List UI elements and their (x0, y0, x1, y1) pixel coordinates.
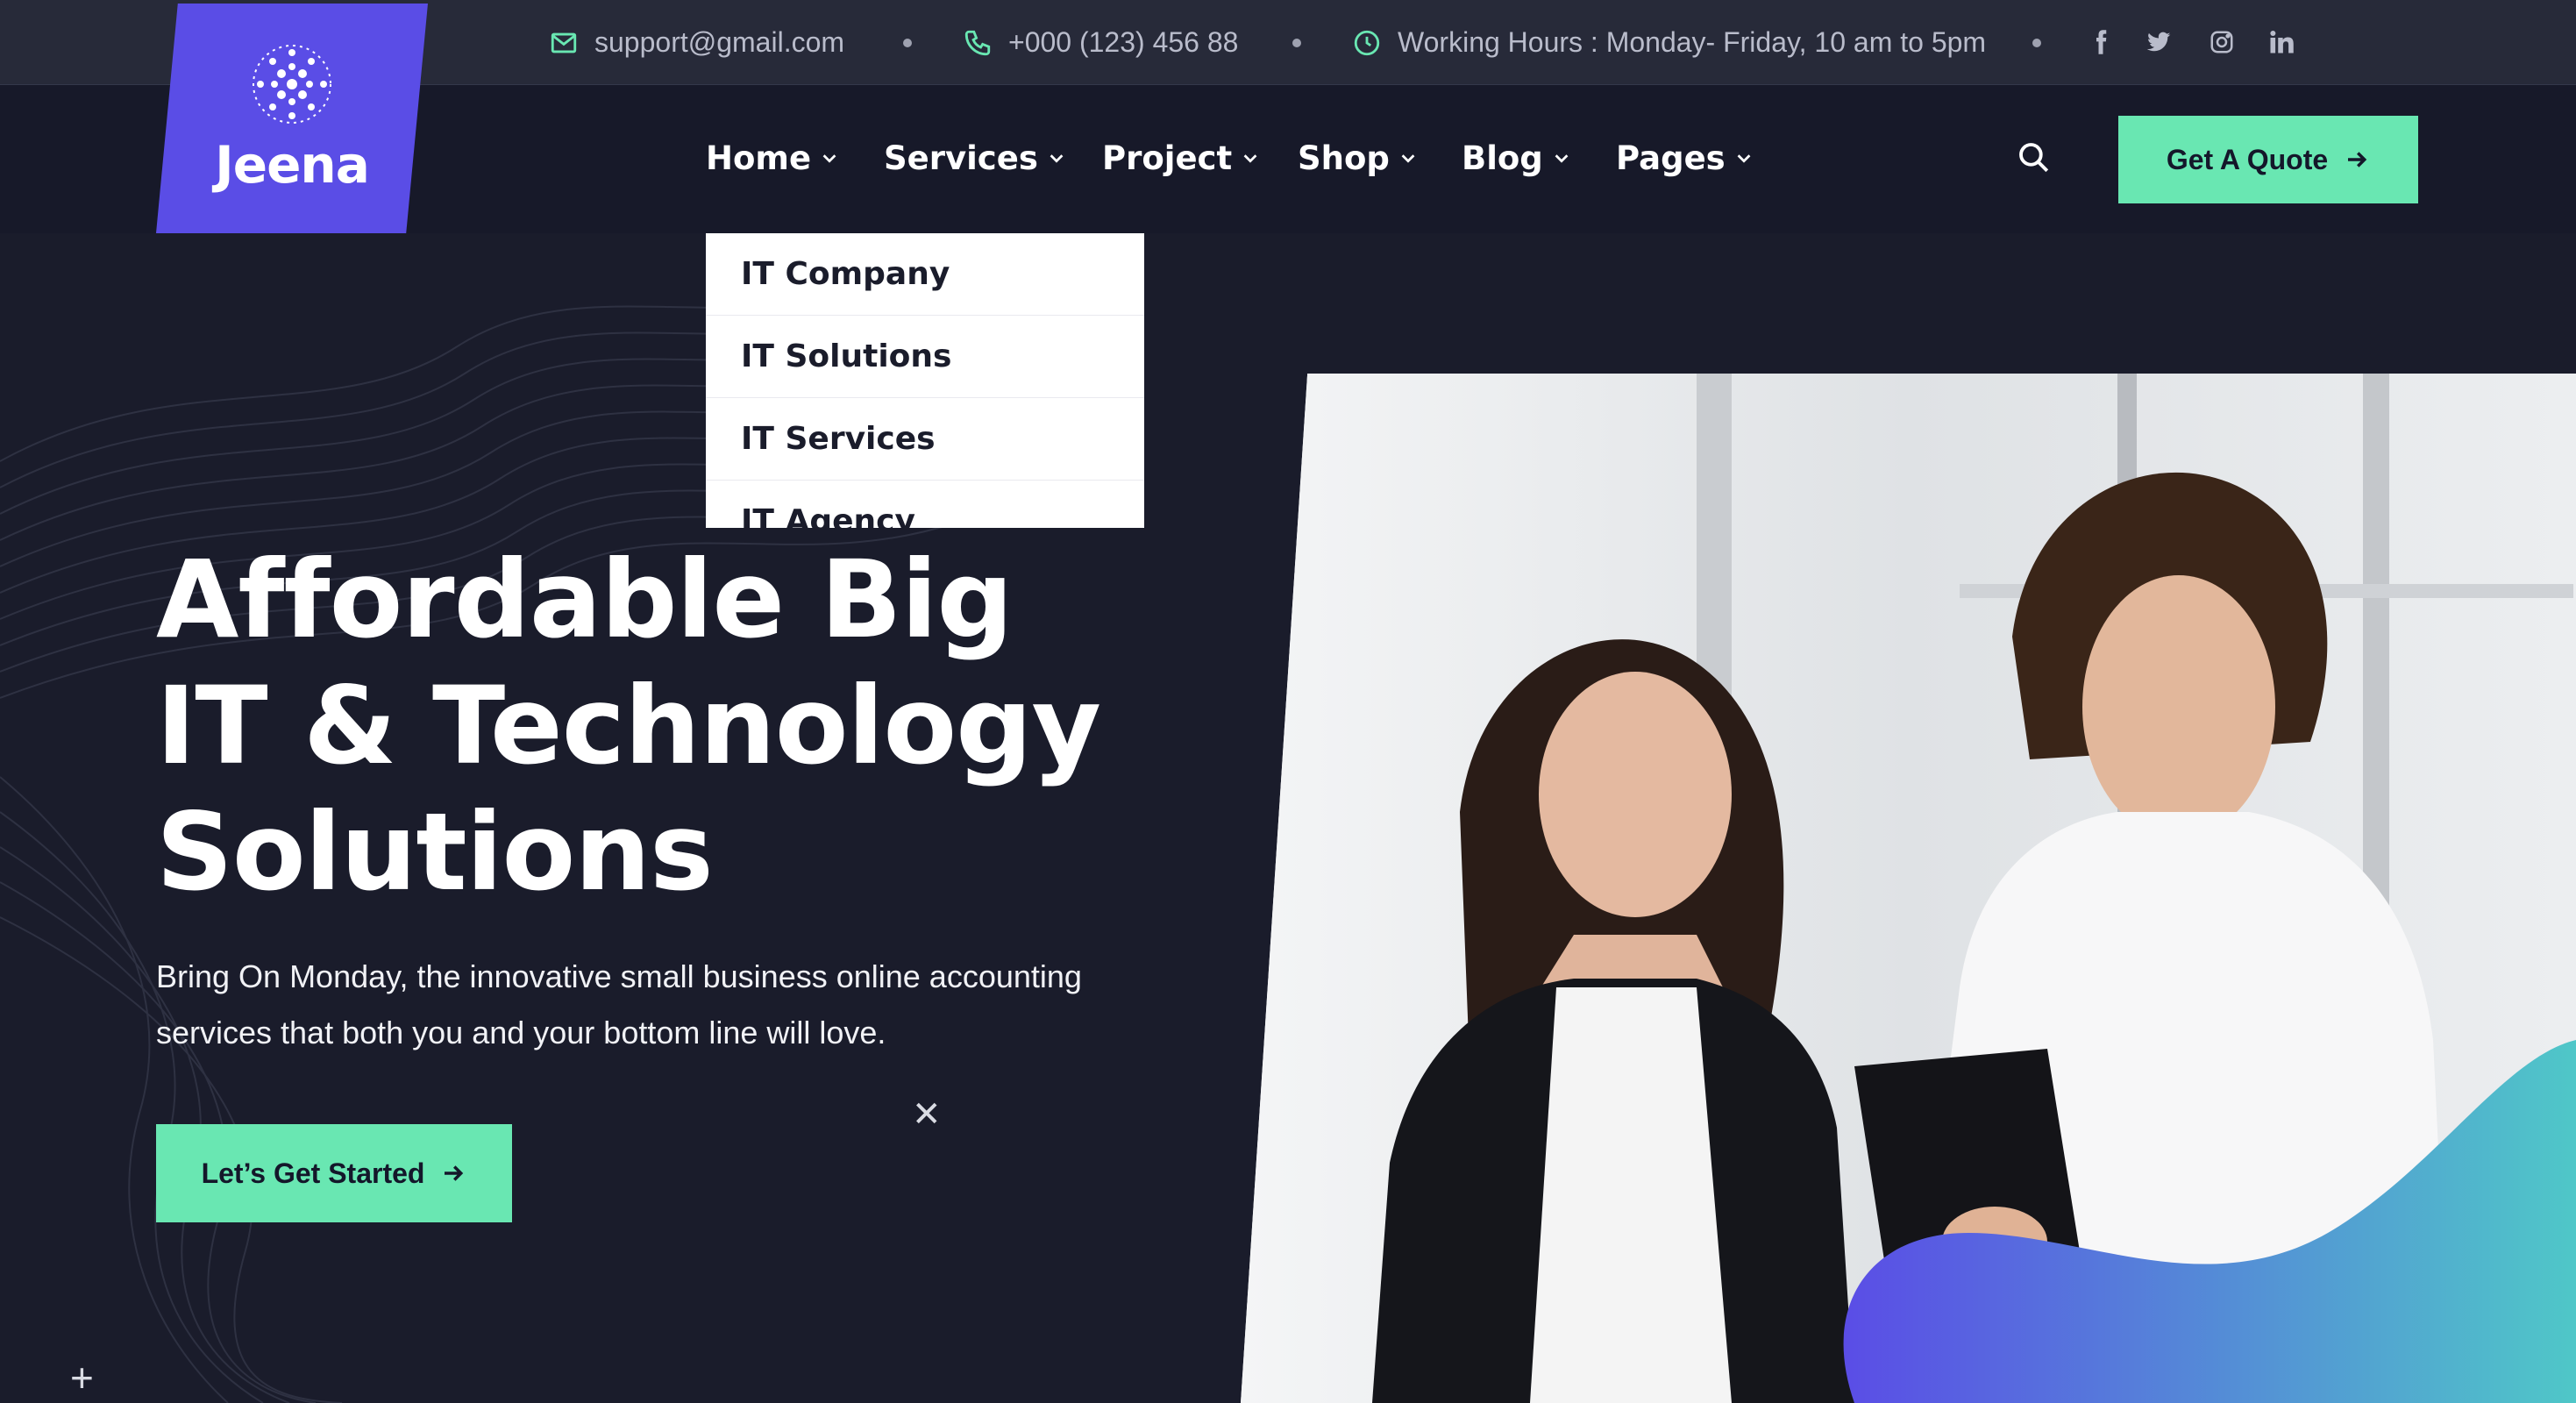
separator-dot (1292, 39, 1301, 47)
nav-label: Home (706, 139, 812, 177)
dropdown-item-it-solutions[interactable]: IT Solutions (706, 316, 1144, 398)
quote-button-label: Get A Quote (2166, 143, 2329, 175)
nav-label: Shop (1298, 139, 1390, 177)
hero-subtitle: Bring On Monday, the innovative small bu… (156, 949, 1138, 1061)
cross-decoration-icon: ✕ (912, 1095, 942, 1134)
arrow-right-icon (445, 1165, 464, 1181)
hours-text: Working Hours : Monday- Friday, 10 am to… (1398, 26, 1987, 58)
nav-label: Project (1102, 139, 1233, 177)
chevron-down-icon (1555, 154, 1569, 163)
email-info[interactable]: support@gmail.com (549, 0, 844, 85)
hero-title-line: IT & Technology (156, 664, 1101, 788)
chevron-down-icon (1243, 154, 1257, 163)
linkedin-icon[interactable] (2264, 25, 2299, 60)
get-started-button[interactable]: Let’s Get Started (156, 1124, 512, 1222)
nav-project[interactable]: Project (1102, 136, 1260, 180)
nav-home[interactable]: Home (706, 136, 839, 180)
arrow-right-icon (2348, 152, 2367, 167)
get-a-quote-button[interactable]: Get A Quote (2118, 116, 2418, 203)
phone-icon (964, 30, 991, 55)
hero-subtitle-line: Bring On Monday, the innovative small bu… (156, 958, 1082, 994)
plus-decoration-icon: + (70, 1355, 94, 1400)
clock-icon (1354, 30, 1380, 55)
hero-title-line: Affordable Big (156, 538, 1014, 662)
nav-services[interactable]: Services (884, 136, 1066, 180)
email-text[interactable]: support@gmail.com (594, 26, 844, 59)
instagram-icon[interactable] (2204, 25, 2239, 60)
nav-shop[interactable]: Shop (1298, 136, 1418, 180)
nav-pages[interactable]: Pages (1616, 136, 1754, 180)
hours-info: Working Hours : Monday- Friday, 10 am to… (1352, 0, 1986, 85)
get-started-label: Let’s Get Started (201, 1157, 425, 1189)
hero-title-line: Solutions (156, 790, 714, 915)
chevron-down-icon (822, 154, 836, 163)
separator-dot (903, 39, 912, 47)
search-icon[interactable] (2015, 139, 2052, 175)
dropdown-item-it-company[interactable]: IT Company (706, 233, 1144, 316)
phone-text[interactable]: +000 (123) 456 88 (1008, 26, 1238, 59)
twitter-icon[interactable] (2141, 25, 2176, 60)
nav-label: Pages (1616, 139, 1726, 177)
brand-logo[interactable]: Jeena (156, 4, 428, 233)
hero-title: Affordable Big IT & Technology Solutions (156, 537, 1252, 915)
services-dropdown-menu: IT Company IT Solutions IT Services IT A… (706, 233, 1144, 528)
nav-blog[interactable]: Blog (1462, 136, 1571, 180)
brand-name: Jeena (215, 135, 370, 195)
separator-dot (2032, 39, 2041, 47)
dropdown-item-it-agency[interactable]: IT Agency (706, 481, 1144, 528)
nav-label: Services (884, 139, 1038, 177)
chevron-down-icon (1401, 154, 1415, 163)
globe-logo-icon (253, 45, 331, 124)
dropdown-item-it-services[interactable]: IT Services (706, 398, 1144, 481)
hero-subtitle-line: services that both you and your bottom l… (156, 1015, 886, 1050)
chevron-down-icon (1050, 154, 1064, 163)
facebook-icon[interactable] (2083, 25, 2118, 60)
mail-icon (551, 32, 577, 53)
hero-photo-business-people (1241, 374, 2576, 1403)
phone-info[interactable]: +000 (123) 456 88 (963, 0, 1238, 85)
chevron-down-icon (1737, 154, 1751, 163)
nav-label: Blog (1462, 139, 1543, 177)
